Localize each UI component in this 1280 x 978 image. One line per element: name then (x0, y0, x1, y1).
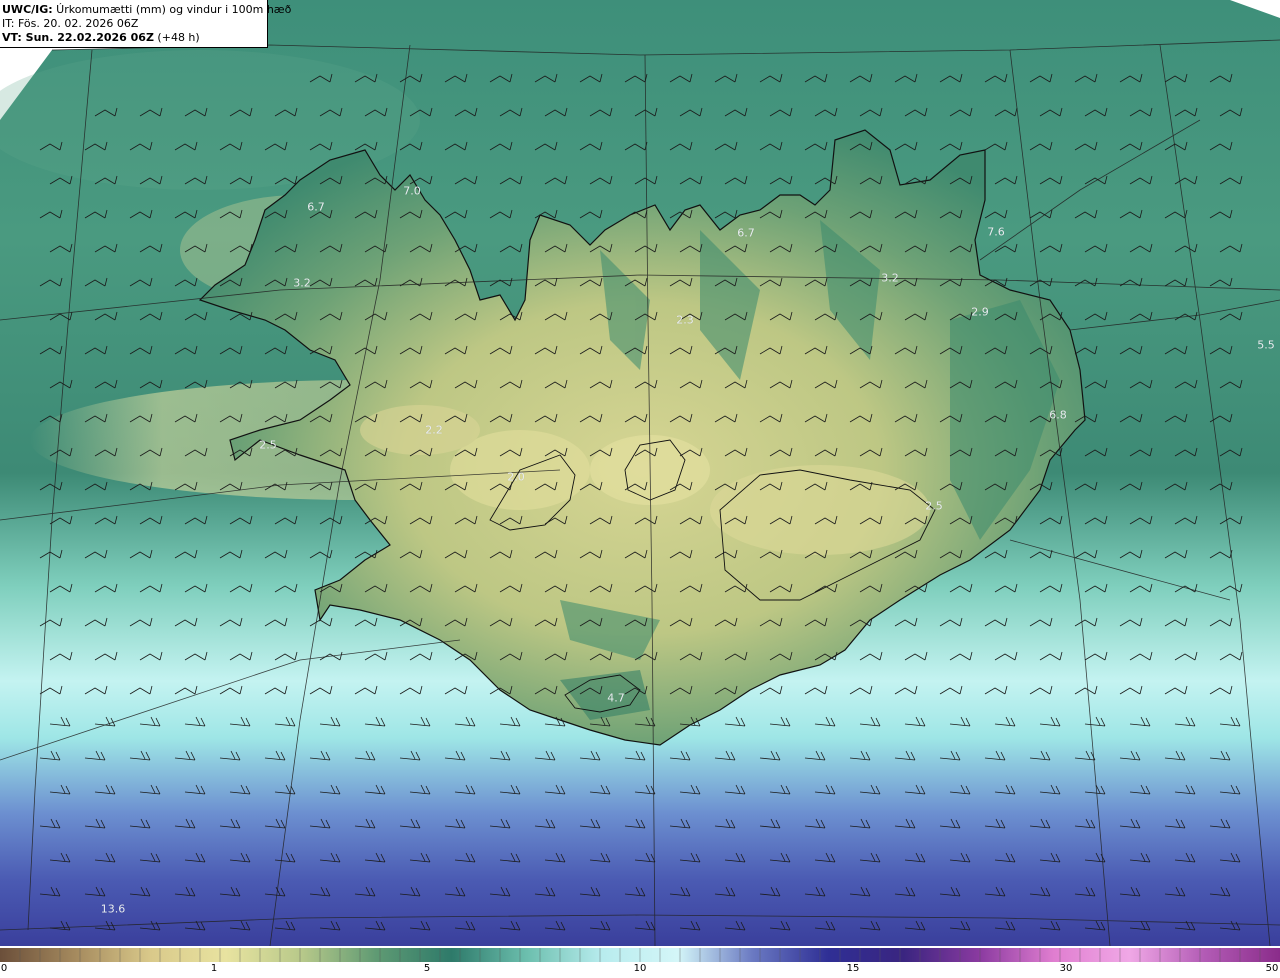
colorbar-tick-label: 50 (1265, 963, 1279, 974)
precip-value-label: 3.2 (293, 276, 311, 290)
precip-value-label: 2.9 (971, 305, 989, 319)
model-name: UWC/IG: (2, 3, 53, 16)
precip-value-label: 2.5 (259, 438, 277, 452)
valid-time-line: VT: Sun. 22.02.2026 06Z (+48 h) (2, 31, 265, 45)
precip-value-label: 3.2 (881, 271, 899, 285)
map-title: Úrkomumætti (mm) og vindur i 100m hæð (52, 3, 292, 16)
precip-value-label: 7.0 (403, 184, 421, 198)
precip-value-label: 2.5 (925, 499, 943, 513)
colorbar: 0 1 5 10 15 30 50 (0, 946, 1280, 978)
precip-value-label: 6.7 (737, 226, 755, 240)
colorbar-tick-label: 5 (423, 963, 431, 974)
colorbar-tick-label: 30 (1059, 963, 1073, 974)
title-line: UWC/IG: Úrkomumætti (mm) og vindur i 100… (2, 3, 291, 17)
map-canvas (0, 0, 1280, 946)
colorbar-tick-label: 15 (846, 963, 860, 974)
colorbar-tick-label: 10 (633, 963, 647, 974)
precip-value-label: 7.6 (987, 225, 1005, 239)
precip-value-label: 2.3 (676, 313, 694, 327)
precip-value-label: 6.8 (1049, 408, 1067, 422)
lead-time: (+48 h) (153, 31, 200, 44)
colorbar-strip (0, 948, 1280, 962)
precip-value-label: 2.2 (425, 423, 443, 437)
colorbar-tick-label: 1 (210, 963, 218, 974)
precip-value-label: 4.7 (607, 691, 625, 705)
colorbar-tick-label: 0 (0, 963, 8, 974)
info-box: UWC/IG: Úrkomumætti (mm) og vindur i 100… (0, 0, 291, 48)
forecast-map[interactable]: 7.0 6.7 6.7 7.6 3.2 3.2 2.9 2.3 5.5 6.8 2.2 2.5 2.0 2… (0, 0, 1280, 946)
init-time: IT: Fös. 20. 02. 2026 06Z (2, 17, 139, 30)
precip-value-label: 2.0 (507, 470, 525, 484)
precip-value-label: 5.5 (1257, 338, 1275, 352)
valid-time: VT: Sun. 22.02.2026 06Z (2, 31, 154, 44)
precip-value-label: 6.7 (307, 200, 325, 214)
precip-value-label: 13.6 (100, 902, 126, 916)
